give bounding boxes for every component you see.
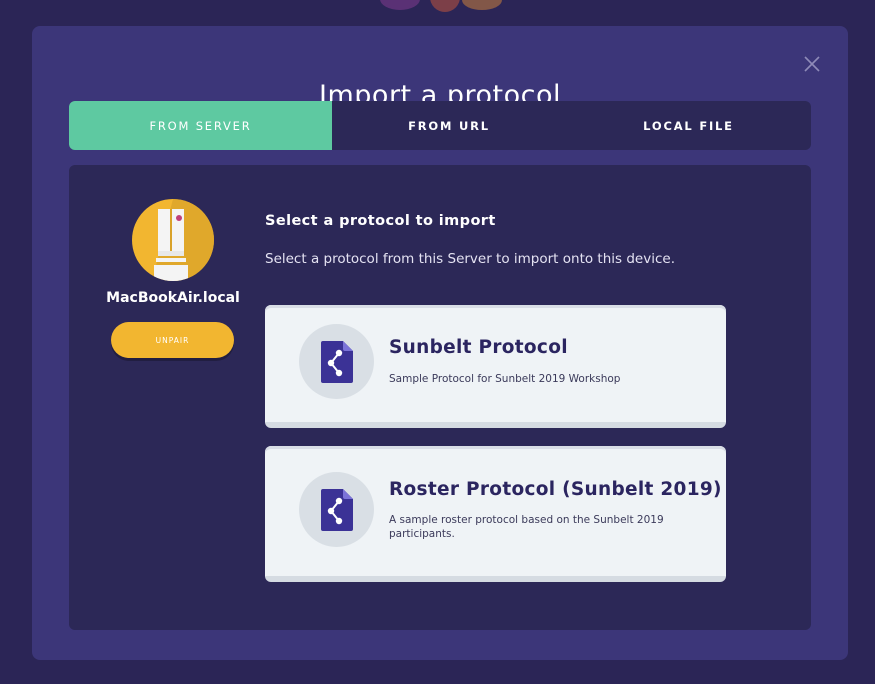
protocol-name: Sunbelt Protocol: [389, 337, 568, 358]
import-protocol-modal: Import a protocol FROM SERVER FROM URL L…: [32, 26, 848, 660]
tab-from-server[interactable]: FROM SERVER: [69, 101, 332, 150]
server-panel: MacBookAir.local UNPAIR Select a protoco…: [69, 165, 811, 630]
protocol-card-sunbelt[interactable]: Sunbelt Protocol Sample Protocol for Sun…: [265, 305, 726, 428]
tab-local-file[interactable]: LOCAL FILE: [566, 101, 811, 150]
protocol-description: Sample Protocol for Sunbelt 2019 Worksho…: [389, 373, 621, 385]
server-icon: [132, 199, 214, 281]
protocol-file-icon: [299, 472, 374, 547]
server-name: MacBookAir.local: [106, 290, 240, 306]
protocol-card-roster[interactable]: Roster Protocol (Sunbelt 2019) A sample …: [265, 446, 726, 582]
section-description: Select a protocol from this Server to im…: [265, 251, 675, 267]
protocol-description: A sample roster protocol based on the Su…: [389, 514, 664, 540]
unpair-button[interactable]: UNPAIR: [111, 322, 234, 358]
import-source-tabs: FROM SERVER FROM URL LOCAL FILE: [69, 101, 811, 150]
protocol-name: Roster Protocol (Sunbelt 2019): [389, 479, 722, 500]
close-button[interactable]: [802, 54, 822, 74]
protocol-file-icon: [299, 324, 374, 399]
close-icon: [804, 56, 820, 72]
section-heading: Select a protocol to import: [265, 213, 496, 229]
tab-from-url[interactable]: FROM URL: [332, 101, 566, 150]
